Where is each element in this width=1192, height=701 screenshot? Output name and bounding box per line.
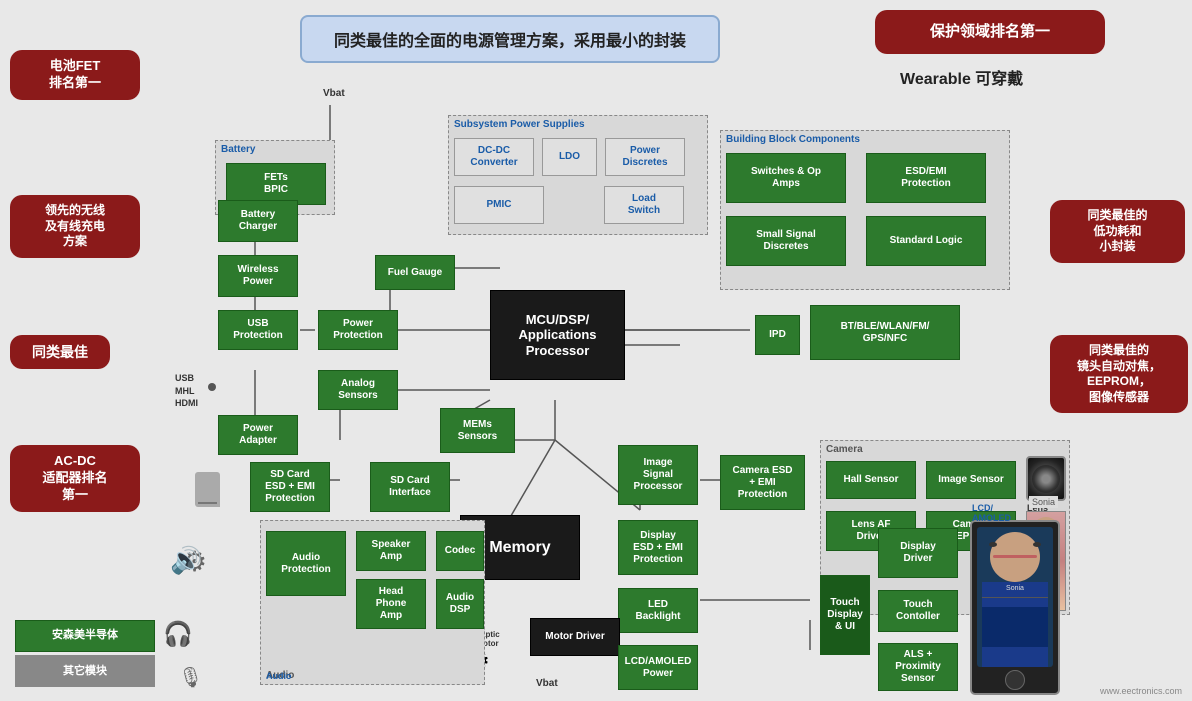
display-esd-box: Display ESD + EMI Protection (618, 520, 698, 575)
lcd-amoled-screen: Sonia (970, 520, 1060, 695)
sd-card-icon (195, 472, 220, 507)
small-signal-box: Small Signal Discretes (726, 216, 846, 266)
hall-sensor-box: Hall Sensor (826, 461, 916, 499)
audio-dsp-box: Audio DSP (436, 579, 484, 629)
sd-card-esd-box: SD Card ESD + EMI Protection (250, 462, 330, 512)
vbat-bottom-label: Vbat (536, 678, 558, 689)
standard-logic-box: Standard Logic (866, 216, 986, 266)
callout-wireless-wired: 领先的无线 及有线充电 方案 (10, 195, 140, 258)
image-sensor-box: Image Sensor (926, 461, 1016, 499)
led-backlight-box: LED Backlight (618, 588, 698, 633)
fets-bpic-box: FETs BPIC (226, 163, 326, 205)
camera-esd-box: Camera ESD + EMI Protection (720, 455, 805, 510)
power-adapter-box: Power Adapter (218, 415, 298, 455)
fuel-gauge-box: Fuel Gauge (375, 255, 455, 290)
audio-bottom-label: Audio (266, 671, 292, 681)
callout-battery-fet: 电池FET 排名第一 (10, 50, 140, 100)
als-proximity-box: ALS + Proximity Sensor (878, 643, 958, 691)
speaker-amp-box: Speaker Amp (356, 531, 426, 571)
esd-emi-box: ESD/EMI Protection (866, 153, 986, 203)
ipd-box: IPD (755, 315, 800, 355)
callout-low-power: 同类最佳的 低功耗和 小封装 (1050, 200, 1185, 263)
power-discretes-box: Power Discretes (605, 138, 685, 176)
image-signal-box: Image Signal Processor (618, 445, 698, 505)
lcd-amoled-power-box: LCD/AMOLED Power (618, 645, 698, 690)
website-label: www.eectronics.com (1100, 686, 1182, 696)
mcu-dsp-box: MCU/DSP/ Applications Processor (490, 290, 625, 380)
subsystem-power-container: Subsystem Power Supplies DC-DC Converter… (448, 115, 708, 235)
lcd-amoled-label: LCD/ AMOLED (972, 503, 1011, 523)
top-callout-text: 同类最佳的全面的电源管理方案，采用最小的封装 (334, 33, 686, 50)
audio-protection-box: Audio Protection (266, 531, 346, 596)
headphone-icon: 🎧 (163, 620, 193, 649)
vbat-top-label: Vbat (323, 88, 345, 99)
microphone-icon: 🎙 (178, 665, 203, 690)
wireless-power-box: Wireless Power (218, 255, 298, 297)
motor-driver-box: Motor Driver (530, 618, 620, 656)
callout-best-in-class: 同类最佳 (10, 335, 110, 369)
top-callout: 同类最佳的全面的电源管理方案，采用最小的封装 (300, 15, 720, 63)
dc-dc-box: DC-DC Converter (454, 138, 534, 176)
audio-container: Audio Audio Protection Speaker Amp Codec… (260, 520, 485, 685)
bt-ble-box: BT/BLE/WLAN/FM/ GPS/NFC (810, 305, 960, 360)
sd-card-interface-box: SD Card Interface (370, 462, 450, 512)
onsemi-legend: 安森美半导体 (15, 620, 155, 652)
building-block-container: Building Block Components Switches & Op … (720, 130, 1010, 290)
speaker-icon: 🔊 (170, 545, 202, 576)
other-modules-legend: 其它模块 (15, 655, 155, 687)
battery-charger-box: Battery Charger (218, 200, 298, 242)
wearable-label: Wearable 可穿戴 (900, 65, 1023, 89)
touch-display-box: Touch Display & UI (820, 575, 870, 655)
touch-controller-box: Touch Contoller (878, 590, 958, 632)
usb-protection-box: USB Protection (218, 310, 298, 350)
codec-box: Codec (436, 531, 484, 571)
load-switch-box: Load Switch (604, 186, 684, 224)
callout-camera: 同类最佳的 镜头自动对焦， EEPROM， 图像传感器 (1050, 335, 1188, 413)
callout-protection: 保护领域排名第一 (875, 10, 1105, 54)
callout-ac-dc: AC-DC 适配器排名 第一 (10, 445, 140, 512)
screen-status: Sonia (1029, 496, 1058, 508)
usb-mhl-hdmi-label: USB MHL HDMI (175, 372, 198, 410)
head-phone-amp-box: Head Phone Amp (356, 579, 426, 629)
camera-lens (1026, 456, 1066, 501)
ldo-box: LDO (542, 138, 597, 176)
power-protection-box: Power Protection (318, 310, 398, 350)
display-driver-box: Display Driver (878, 528, 958, 578)
mhl-connector (208, 383, 216, 391)
analog-sensors-box: Analog Sensors (318, 370, 398, 410)
switches-op-box: Switches & Op Amps (726, 153, 846, 203)
pmic-box: PMIC (454, 186, 544, 224)
diagram-container: 同类最佳的全面的电源管理方案，采用最小的封装 电池FET 排名第一 领先的无线 … (0, 0, 1192, 701)
mems-sensors-box: MEMs Sensors (440, 408, 515, 453)
